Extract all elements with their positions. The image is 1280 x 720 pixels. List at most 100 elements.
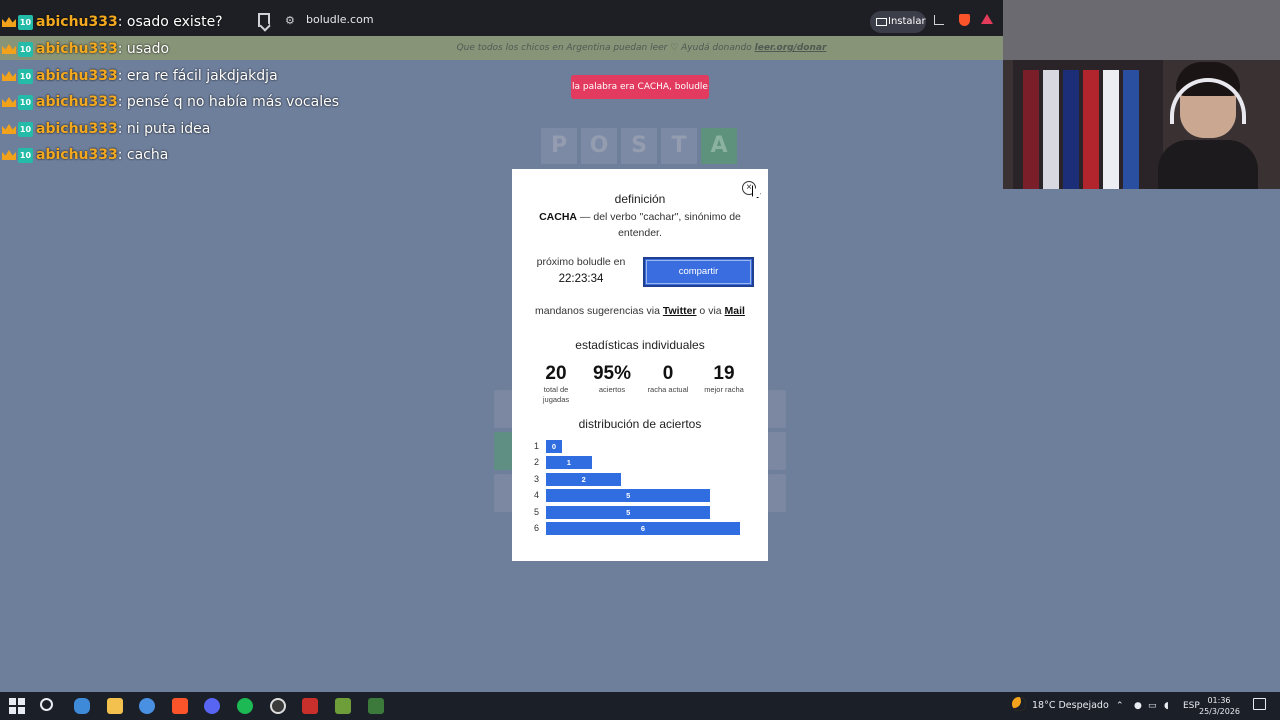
letter-tile: S (621, 128, 657, 164)
webcam-shirt (1123, 70, 1139, 189)
microphone-icon[interactable]: ● (1134, 692, 1142, 720)
chat-colon: : (117, 121, 127, 137)
webcam-shirt (1043, 70, 1059, 189)
search-icon[interactable] (40, 698, 53, 711)
chat-message: 10 abichu333: era re fácil jakdjakdja (2, 63, 278, 89)
notification-icon[interactable] (1253, 698, 1266, 710)
webcam-shirt (1103, 70, 1119, 189)
weather-moon-icon[interactable] (1012, 697, 1026, 711)
clock-time: 01:36 (1207, 696, 1231, 705)
chrome-icon[interactable] (139, 698, 155, 714)
chat-username[interactable]: abichu333 (36, 68, 118, 84)
webcam-shirt (1023, 70, 1039, 189)
stat-label: total de jugadas (542, 385, 570, 404)
obs-icon[interactable] (270, 698, 286, 714)
distribution-bar: 0 (546, 440, 562, 453)
chat-username[interactable]: abichu333 (36, 94, 118, 110)
discord-icon[interactable] (204, 698, 220, 714)
distribution-title: distribución de aciertos (578, 417, 702, 431)
file-explorer-icon[interactable] (107, 698, 123, 714)
mail-link[interactable]: Mail (725, 305, 745, 317)
share-icon[interactable] (934, 15, 944, 25)
stat-max-streak: 19 mejor racha (699, 363, 749, 395)
definition-word: CACHA (539, 211, 578, 223)
crown-icon (2, 71, 16, 81)
suggest-middle: o via (696, 305, 725, 317)
distribution-bar: 5 (546, 489, 711, 503)
chat-text: usado (126, 41, 170, 57)
streamer (1158, 62, 1258, 189)
stat-label: mejor racha (704, 385, 744, 394)
chat-colon: : (117, 68, 127, 84)
stats-title: estadísticas individuales (575, 338, 705, 352)
brave-icon[interactable] (172, 698, 188, 714)
system-clock[interactable]: 01:36 25/3/2026 (1199, 695, 1241, 717)
chat-username[interactable]: abichu333 (36, 147, 118, 163)
app-icon[interactable] (302, 698, 318, 714)
distribution-bar: 2 (546, 472, 622, 486)
crown-icon (2, 124, 16, 134)
donation-text: Que todos los chicos en Argentina puedan… (456, 43, 755, 53)
webcam-overlay (1003, 0, 1280, 189)
chat-colon: : (117, 94, 127, 110)
guess-number: 6 (534, 523, 540, 533)
chat-text: ni puta idea (126, 121, 211, 137)
clock-date: 25/3/2026 (1199, 707, 1241, 716)
chat-colon: : (117, 14, 127, 30)
twitter-link[interactable]: Twitter (663, 305, 697, 317)
keyboard-key[interactable] (494, 474, 512, 512)
sub-badge-icon: 10 (18, 14, 33, 30)
stat-win-rate: 95% aciertos (587, 363, 637, 395)
crown-icon (2, 150, 16, 160)
guess-number: 3 (534, 473, 540, 484)
chat-username[interactable]: abichu333 (36, 41, 118, 57)
crown-icon (2, 97, 16, 107)
spotify-icon[interactable] (237, 698, 253, 714)
letter-tile: T (661, 128, 697, 164)
distribution-bar: 6 (546, 522, 740, 535)
stat-label: aciertos (598, 385, 626, 394)
stat-value: 0 (662, 363, 674, 384)
stat-value: 20 (545, 363, 567, 384)
webcam-shirt (1063, 70, 1079, 189)
guess-number: 1 (534, 441, 540, 451)
chat-message: 10 abichu333: osado existe? (2, 9, 223, 35)
weather-text[interactable]: 18°C Despejado (1032, 692, 1109, 720)
chat-username[interactable]: abichu333 (36, 121, 118, 137)
copilot-icon[interactable] (74, 698, 90, 714)
minecraft-icon[interactable] (335, 698, 351, 714)
suggest-prefix: mandanos sugerencias via (535, 305, 663, 317)
volume-icon[interactable]: ◖ (1164, 692, 1169, 720)
stat-value: 95% (592, 363, 632, 384)
app-icon[interactable] (368, 698, 384, 714)
donation-link[interactable]: leer.org/donar (755, 43, 827, 53)
distribution-bar: 1 (546, 456, 592, 470)
network-icon[interactable]: ▭ (1148, 692, 1157, 720)
chat-username[interactable]: abichu333 (36, 14, 118, 30)
countdown-timer: 22:23:34 (558, 273, 604, 285)
install-app-button[interactable]: Instalar (870, 11, 926, 33)
brave-shields-icon[interactable] (959, 14, 970, 26)
chevron-up-icon[interactable]: ⌃ (1116, 692, 1124, 720)
brave-rewards-icon[interactable] (981, 14, 993, 24)
stat-label: racha actual (647, 385, 689, 394)
guess-number: 2 (534, 457, 540, 468)
suggestions-text: mandanos sugerencias via Twitter o via M… (512, 305, 768, 317)
keyboard-key[interactable] (768, 390, 786, 428)
sub-badge-icon: 10 (18, 68, 33, 84)
stat-current-streak: 0 racha actual (643, 363, 693, 395)
chat-message: 10 abichu333: usado (2, 36, 169, 62)
keyboard-key[interactable] (494, 390, 512, 428)
sub-badge-icon: 10 (18, 147, 33, 163)
share-button[interactable]: compartir (643, 257, 754, 287)
keyboard-key[interactable] (768, 432, 786, 470)
windows-start-icon[interactable] (9, 698, 25, 714)
keyboard-key[interactable] (768, 474, 786, 512)
streamer-body (1158, 140, 1258, 189)
crown-icon (2, 17, 16, 27)
keyboard-key[interactable] (494, 432, 512, 470)
language-indicator[interactable]: ESP (1183, 692, 1200, 720)
chat-text: era re fácil jakdjakdja (126, 68, 278, 84)
chat-text: cacha (126, 147, 169, 163)
sub-badge-icon: 10 (18, 121, 33, 137)
